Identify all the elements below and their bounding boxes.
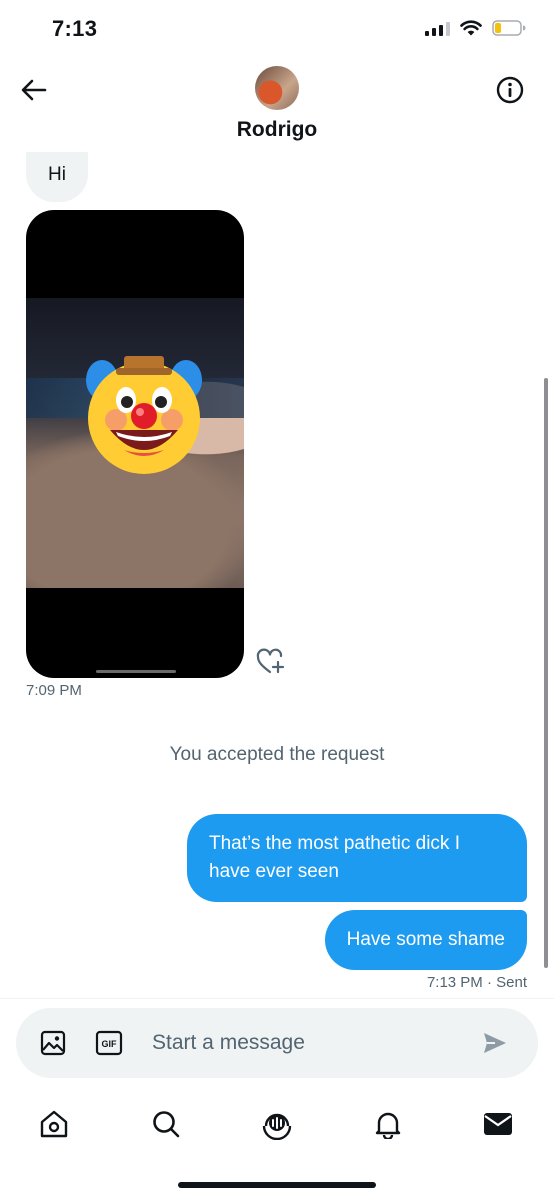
tab-spaces[interactable] (257, 1104, 297, 1144)
contact-avatar[interactable] (255, 66, 299, 110)
gif-label: GIF (102, 1039, 118, 1049)
bell-icon (375, 1112, 401, 1139)
react-button[interactable] (256, 648, 286, 676)
message-composer: GIF (16, 1008, 538, 1078)
status-time: 7:13 (52, 16, 98, 41)
battery-icon (492, 20, 526, 36)
add-media-button[interactable] (38, 1028, 68, 1058)
send-button[interactable] (480, 1028, 510, 1058)
status-bar: 7:13 (0, 0, 554, 60)
conversation-info-button[interactable] (492, 72, 528, 108)
incoming-timestamp: 7:09 PM (26, 682, 82, 699)
system-notice: You accepted the request (169, 744, 385, 765)
tab-home[interactable] (34, 1104, 74, 1144)
conversation-header: Rodrigo (0, 60, 554, 152)
back-button[interactable] (16, 72, 52, 108)
home-icon (40, 1110, 68, 1138)
contact-name[interactable]: Rodrigo (0, 118, 554, 142)
search-icon (153, 1111, 180, 1138)
composer-divider (0, 998, 554, 999)
clown-face-emoji-icon (86, 356, 202, 474)
gif-icon: GIF (95, 1030, 123, 1056)
bottom-tab-bar (0, 1094, 554, 1154)
status-indicators (425, 20, 526, 36)
send-icon (484, 1033, 506, 1053)
home-indicator (178, 1182, 376, 1188)
wifi-icon (460, 20, 482, 36)
scrollbar[interactable] (544, 378, 548, 968)
tab-search[interactable] (146, 1104, 186, 1144)
add-gif-button[interactable]: GIF (94, 1028, 124, 1058)
outgoing-status: 7:13 PM · Sent (426, 974, 527, 991)
cellular-signal-icon (425, 20, 450, 36)
mail-icon (484, 1113, 512, 1135)
outgoing-message-bubble[interactable]: Have some shame (324, 910, 527, 970)
tab-notifications[interactable] (368, 1104, 408, 1144)
heart-plus-icon (256, 648, 285, 674)
image-icon (40, 1030, 66, 1056)
spaces-icon (262, 1113, 292, 1140)
attached-photo (26, 298, 244, 588)
message-thread[interactable]: Hi 7:09 PM You accepted the request That… (0, 152, 554, 998)
outgoing-message-bubble[interactable]: That’s the most pathetic dick I have eve… (187, 814, 527, 902)
info-icon (496, 76, 524, 104)
message-input[interactable] (152, 1008, 472, 1078)
image-home-indicator (96, 670, 176, 673)
back-arrow-icon (21, 79, 47, 101)
incoming-media-message[interactable] (26, 210, 244, 678)
incoming-message-bubble[interactable]: Hi (26, 152, 88, 202)
tab-messages[interactable] (478, 1104, 518, 1144)
